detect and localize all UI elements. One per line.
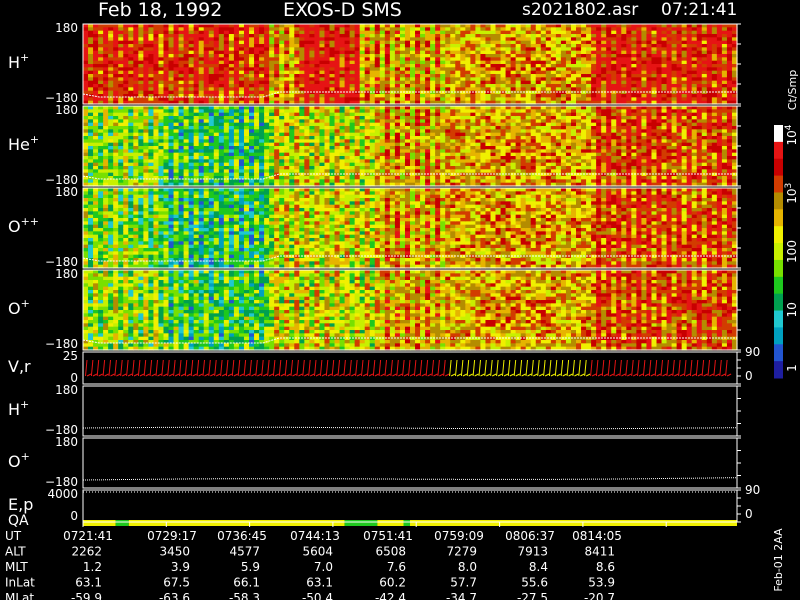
panel-label-h: H+ [8, 51, 29, 72]
panel-label-he: He+ [8, 133, 39, 154]
chart-svg: H+180−180He+180−180O++180−180O+180−180V,… [5, 21, 799, 600]
panel-h: H+180−180 [8, 21, 741, 105]
ytick-top-he: 180 [55, 103, 78, 117]
panel-he: He+180−180 [8, 103, 741, 187]
ytick-top-h: 180 [55, 21, 78, 35]
plot-root: Feb 18, 1992 EXOS-D SMS s2021802.asr 07:… [0, 0, 800, 600]
